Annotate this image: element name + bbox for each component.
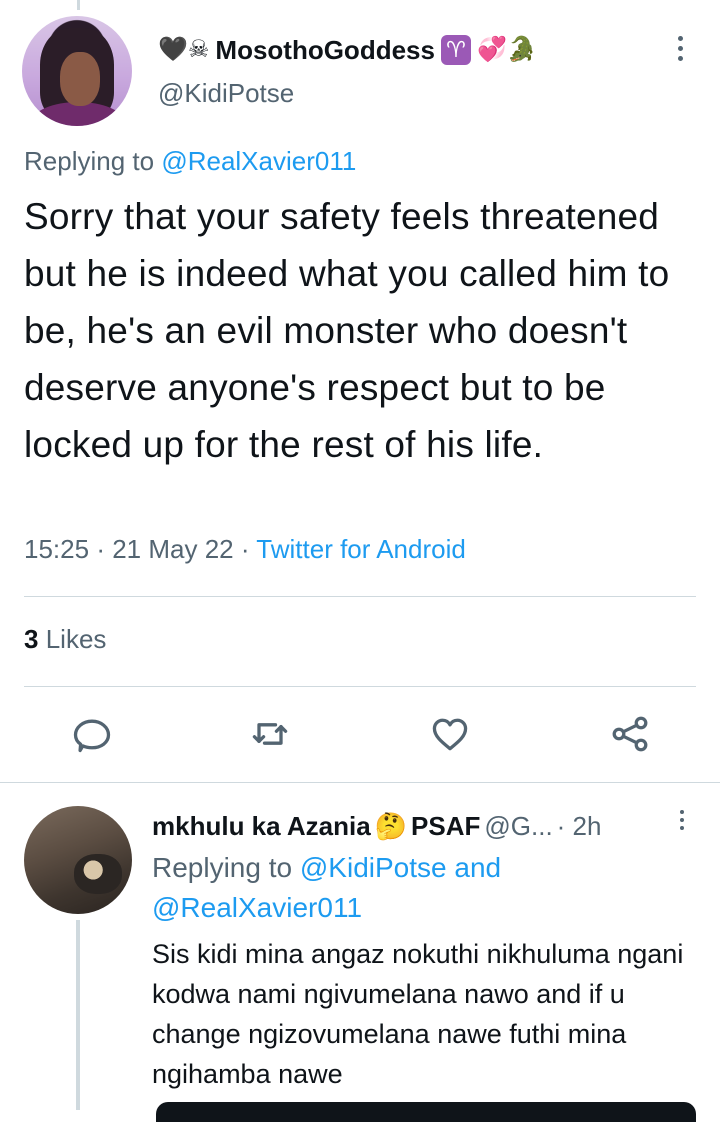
replying-label: Replying to	[24, 146, 155, 176]
avatar-dog	[74, 854, 122, 894]
section-divider	[0, 782, 720, 783]
reply-author-name[interactable]: mkhulu ka Azania	[152, 811, 371, 842]
author-emoji-prefix: 🖤☠	[158, 36, 210, 63]
more-icon[interactable]	[674, 36, 686, 66]
divider	[24, 686, 696, 687]
meta-separator: ·	[96, 534, 105, 564]
thread-line-top	[77, 0, 80, 10]
tweet-text: Sorry that your safety feels threatened …	[24, 196, 670, 465]
likes-link[interactable]: 3 Likes	[24, 624, 106, 655]
aries-icon: ♈	[440, 35, 471, 65]
author-emoji-suffix: 💞🐊	[476, 36, 537, 63]
reply-author-emoji: 🤔	[374, 810, 408, 841]
replying-to-link[interactable]: @KidiPotse	[300, 852, 447, 883]
reply-author-name-suffix[interactable]: PSAF	[411, 811, 480, 842]
divider	[24, 596, 696, 597]
meta-separator: ·	[240, 534, 250, 564]
share-icon[interactable]	[608, 712, 652, 756]
replying-and: and	[454, 852, 502, 883]
reply-text: Sis kidi mina angaz nokuthi nikhuluma ng…	[152, 939, 684, 1089]
reply-replying-to-line: Replying to @KidiPotse and @RealXavier01…	[152, 848, 582, 928]
author-handle[interactable]: @KidiPotse	[158, 78, 294, 109]
bottom-partial-element	[156, 1102, 696, 1122]
tweet-time: 15:25	[24, 534, 90, 564]
more-icon[interactable]	[676, 810, 688, 840]
author-name-row[interactable]: 🖤☠ MosothoGoddess ♈ 💞🐊	[158, 30, 537, 70]
replying-to-link[interactable]: @RealXavier011	[152, 892, 362, 923]
reply-author-row[interactable]: mkhulu ka Azania 🤔 PSAF @G... · 2h	[152, 808, 601, 844]
thread-line	[76, 920, 80, 1110]
replying-label: Replying to	[152, 852, 293, 883]
retweet-icon[interactable]	[248, 712, 292, 756]
reply-time: · 2h	[556, 810, 602, 841]
tweet-actions	[0, 712, 720, 756]
tweet-source-link[interactable]: Twitter for Android	[256, 534, 466, 564]
reply-author-handle[interactable]: @G...	[484, 811, 552, 842]
likes-label: Likes	[45, 624, 107, 654]
likes-count: 3	[24, 624, 39, 654]
reply-author-avatar[interactable]	[24, 806, 132, 914]
author-name[interactable]: MosothoGoddess	[215, 35, 435, 66]
tweet-date: 21 May 22	[112, 534, 234, 564]
reply-icon[interactable]	[70, 712, 114, 756]
like-icon[interactable]	[428, 712, 472, 756]
avatar-face	[60, 52, 100, 106]
replying-to-line: Replying to @RealXavier011	[24, 146, 356, 177]
tweet-meta: 15:25 · 21 May 22 · Twitter for Android	[24, 534, 466, 565]
replying-to-link[interactable]: @RealXavier011	[161, 146, 356, 176]
author-avatar[interactable]	[22, 16, 132, 126]
